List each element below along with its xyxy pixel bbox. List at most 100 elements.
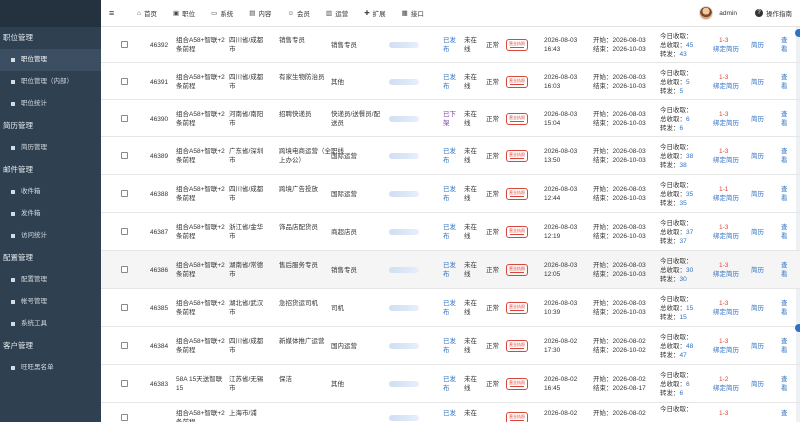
- row-checkbox[interactable]: [121, 342, 128, 349]
- resume-link[interactable]: 简历: [751, 266, 764, 275]
- resume-link[interactable]: 简历: [751, 304, 764, 313]
- nav-item[interactable]: ▣ 职位: [173, 8, 195, 18]
- total-received-value[interactable]: 48: [686, 343, 693, 350]
- row-checkbox[interactable]: [121, 41, 128, 48]
- view-link[interactable]: 查看: [781, 110, 788, 128]
- license-stamp-icon[interactable]: 营业执照: [506, 226, 528, 238]
- sidebar-item[interactable]: 配置管理: [0, 269, 101, 291]
- publish-status[interactable]: 已发布: [443, 73, 457, 91]
- forward-value[interactable]: 43: [680, 51, 687, 58]
- row-checkbox[interactable]: [121, 266, 128, 273]
- license-stamp-icon[interactable]: 营业执照: [506, 113, 528, 125]
- view-link[interactable]: 查看: [781, 185, 788, 203]
- bind-resume-link[interactable]: 绑定简历: [713, 194, 739, 203]
- publish-status[interactable]: 已发布: [443, 299, 457, 317]
- license-stamp-icon[interactable]: 营业执照: [506, 188, 528, 200]
- row-checkbox[interactable]: [121, 414, 128, 421]
- view-link[interactable]: 查看: [781, 73, 788, 91]
- total-received-value[interactable]: 6: [686, 116, 690, 123]
- bind-resume-link[interactable]: 绑定简历: [713, 270, 739, 279]
- forward-value[interactable]: 5: [680, 88, 684, 95]
- sidebar-item[interactable]: 发件箱: [0, 203, 101, 225]
- view-link[interactable]: 查: [781, 409, 788, 418]
- nav-item[interactable]: ⌂ 首页: [137, 8, 157, 19]
- view-link[interactable]: 查看: [781, 36, 788, 54]
- nav-item[interactable]: ✚ 扩展: [364, 8, 385, 18]
- view-link[interactable]: 查看: [781, 375, 788, 393]
- resume-link[interactable]: 简历: [751, 41, 764, 50]
- sidebar-group-title[interactable]: 简历管理: [0, 115, 101, 137]
- nav-item[interactable]: ☺ 会员: [287, 8, 310, 19]
- username[interactable]: admin: [719, 10, 737, 17]
- floating-action-button[interactable]: [795, 29, 800, 37]
- nav-item[interactable]: ▤ 内容: [249, 8, 271, 18]
- view-link[interactable]: 查看: [781, 147, 788, 165]
- sidebar-item[interactable]: 访问统计: [0, 225, 101, 247]
- forward-value[interactable]: 6: [680, 390, 684, 397]
- resume-link[interactable]: 简历: [751, 152, 764, 161]
- bind-resume-link[interactable]: 绑定简历: [713, 346, 739, 355]
- floating-action-button[interactable]: [795, 324, 800, 332]
- total-received-value[interactable]: 5: [686, 79, 690, 86]
- total-received-value[interactable]: 38: [686, 153, 693, 160]
- resume-link[interactable]: 简历: [751, 380, 764, 389]
- row-checkbox[interactable]: [121, 190, 128, 197]
- row-checkbox[interactable]: [121, 152, 128, 159]
- total-received-value[interactable]: 6: [686, 381, 690, 388]
- avatar[interactable]: [699, 6, 714, 20]
- forward-value[interactable]: 38: [680, 162, 687, 169]
- resume-link[interactable]: 简历: [751, 228, 764, 237]
- forward-value[interactable]: 37: [680, 238, 687, 245]
- publish-status[interactable]: 已下架: [443, 110, 457, 128]
- nav-item[interactable]: ▥ 运营: [326, 8, 348, 18]
- sidebar-item[interactable]: 收件箱: [0, 181, 101, 203]
- row-checkbox[interactable]: [121, 380, 128, 387]
- forward-value[interactable]: 30: [680, 276, 687, 283]
- row-checkbox[interactable]: [121, 115, 128, 122]
- forward-value[interactable]: 35: [680, 200, 687, 207]
- menu-toggle-icon[interactable]: ≡: [109, 8, 121, 18]
- total-received-value[interactable]: 30: [686, 267, 693, 274]
- row-checkbox[interactable]: [121, 304, 128, 311]
- row-checkbox[interactable]: [121, 78, 128, 85]
- publish-status[interactable]: 已发布: [443, 185, 457, 203]
- sidebar-item[interactable]: 简历管理: [0, 137, 101, 159]
- total-received-value[interactable]: 15: [686, 305, 693, 312]
- view-link[interactable]: 查看: [781, 299, 788, 317]
- sidebar-item[interactable]: 系统工具: [0, 313, 101, 335]
- publish-status[interactable]: 已发布: [443, 147, 457, 165]
- row-checkbox[interactable]: [121, 228, 128, 235]
- license-stamp-icon[interactable]: 营业执照: [506, 340, 528, 352]
- forward-value[interactable]: 47: [680, 352, 687, 359]
- bind-resume-link[interactable]: 绑定简历: [713, 308, 739, 317]
- view-link[interactable]: 查看: [781, 261, 788, 279]
- publish-status[interactable]: 已发布: [443, 261, 457, 279]
- bind-resume-link[interactable]: 绑定简历: [713, 45, 739, 54]
- resume-link[interactable]: 简历: [751, 78, 764, 87]
- license-stamp-icon[interactable]: 营业执照: [506, 150, 528, 162]
- nav-item[interactable]: ▦ 接口: [402, 8, 424, 18]
- sidebar-group-title[interactable]: 客户管理: [0, 335, 101, 357]
- license-stamp-icon[interactable]: 营业执照: [506, 412, 528, 422]
- license-stamp-icon[interactable]: 营业执照: [506, 264, 528, 276]
- publish-status[interactable]: 已发布: [443, 36, 457, 54]
- total-received-value[interactable]: 45: [686, 42, 693, 49]
- sidebar-item[interactable]: 职位管理: [0, 49, 101, 71]
- bind-resume-link[interactable]: 绑定简历: [713, 156, 739, 165]
- forward-value[interactable]: 15: [680, 314, 687, 321]
- sidebar-item[interactable]: 旺旺黑名单: [0, 357, 101, 379]
- license-stamp-icon[interactable]: 营业执照: [506, 378, 528, 390]
- bind-resume-link[interactable]: 绑定简历: [713, 384, 739, 393]
- sidebar-item[interactable]: 职位管理（内部）: [0, 71, 101, 93]
- resume-link[interactable]: 简历: [751, 190, 764, 199]
- view-link[interactable]: 查看: [781, 223, 788, 241]
- publish-status[interactable]: 已发: [443, 409, 457, 418]
- sidebar-item[interactable]: 帐号管理: [0, 291, 101, 313]
- license-stamp-icon[interactable]: 营业执照: [506, 76, 528, 88]
- license-stamp-icon[interactable]: 营业执照: [506, 302, 528, 314]
- license-stamp-icon[interactable]: 营业执照: [506, 39, 528, 51]
- publish-status[interactable]: 已发布: [443, 375, 457, 393]
- sidebar-group-title[interactable]: 配置管理: [0, 247, 101, 269]
- forward-value[interactable]: 6: [680, 125, 684, 132]
- resume-link[interactable]: 简历: [751, 342, 764, 351]
